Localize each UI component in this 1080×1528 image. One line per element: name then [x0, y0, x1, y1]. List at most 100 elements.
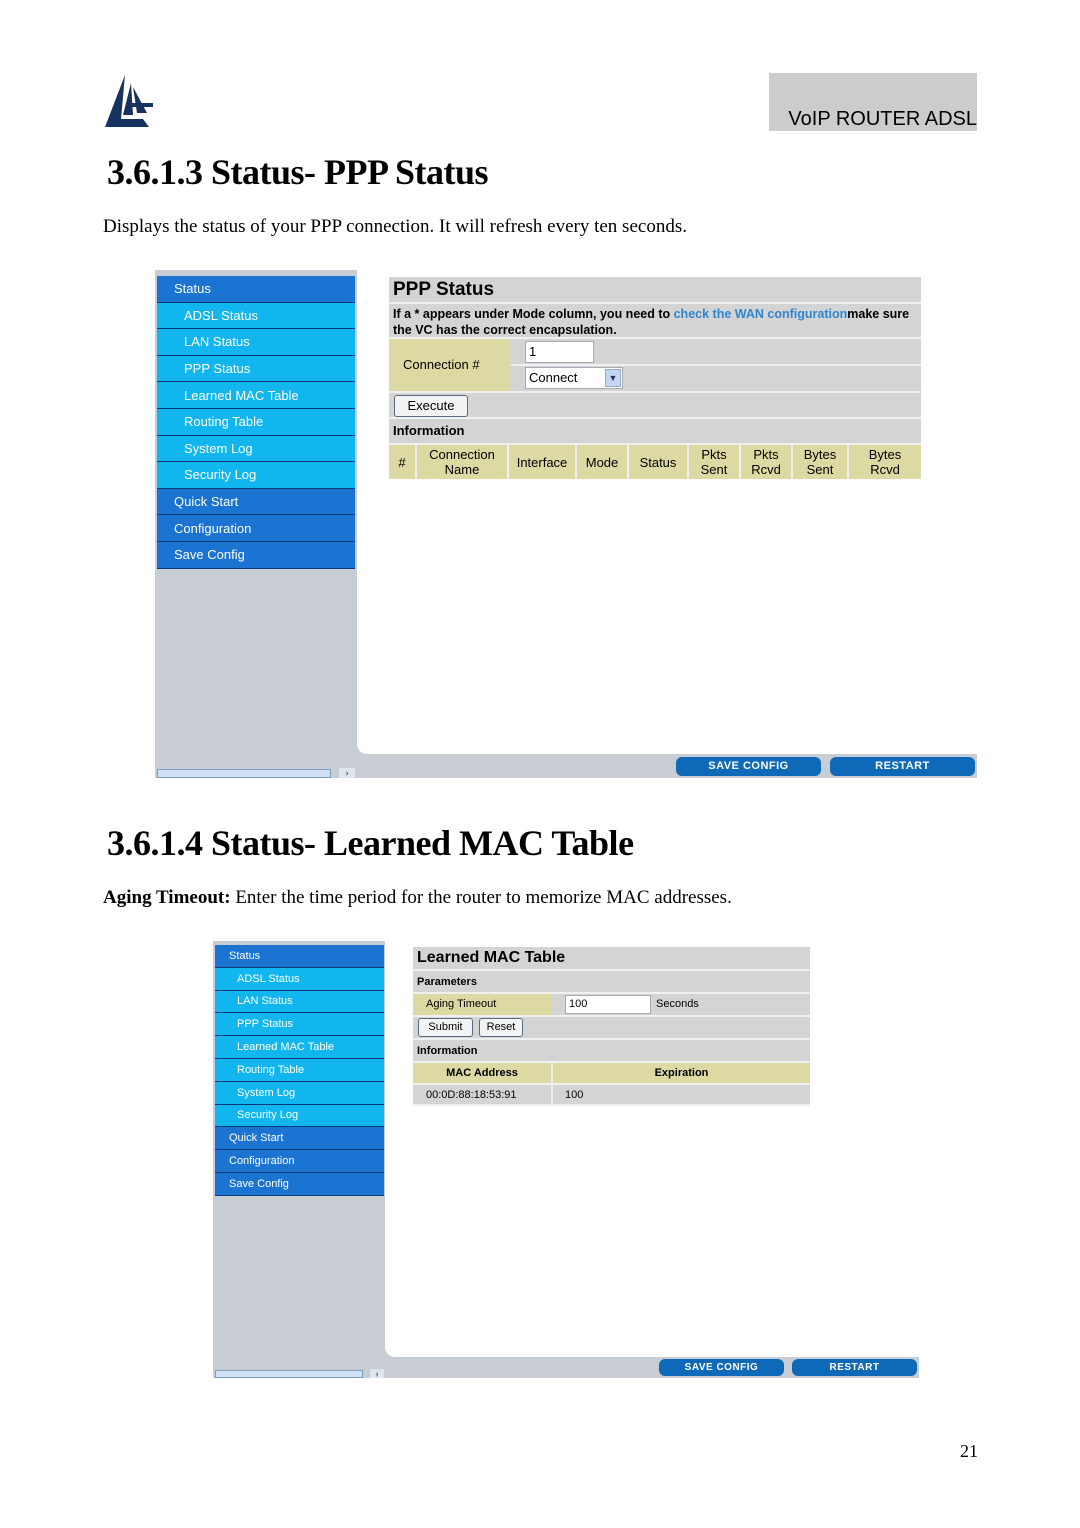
sidebar-nav: Status ADSL Status LAN Status PPP Status Lea… — [215, 945, 384, 1196]
section-title-ppp-status: 3.6.1.3 Status- PPP Status — [107, 152, 489, 192]
aging-timeout-row: Aging Timeout 100 Seconds — [413, 994, 810, 1017]
form-buttons-row: Submit Reset — [413, 1017, 810, 1040]
save-config-button[interactable]: SAVE CONFIG — [676, 757, 821, 776]
sidebar-item-lan-status[interactable]: LAN Status — [157, 329, 355, 356]
sidebar-item-label: Save Config — [174, 547, 245, 563]
column-header-number: # — [389, 445, 417, 479]
sidebar-item-label: Learned MAC Table — [184, 387, 299, 403]
section-description-ppp: Displays the status of your PPP connecti… — [103, 216, 687, 237]
sidebar-item-configuration[interactable]: Configuration — [157, 515, 355, 542]
sidebar-item-label: Security Log — [184, 467, 257, 483]
column-header-text: Mode — [585, 454, 619, 470]
aging-timeout-label: Aging Timeout — [413, 994, 551, 1015]
sidebar-item-save-config[interactable]: Save Config — [157, 541, 355, 569]
column-header-text: Bytes Sent — [803, 447, 837, 477]
select-value: Connect — [529, 370, 578, 385]
sidebar-item-label: System Log — [184, 440, 253, 456]
aging-timeout-term: Aging Timeout: — [103, 887, 231, 908]
scroll-right-arrow-icon[interactable]: › — [370, 1369, 384, 1378]
sidebar-item-label: Save Config — [229, 1177, 289, 1190]
scroll-right-arrow-icon[interactable]: › — [339, 768, 355, 778]
column-header-pkts-sent: Pkts Sent — [689, 445, 741, 479]
column-header-mac-address: MAC Address — [446, 1067, 518, 1079]
sidebar-item-status[interactable]: Status — [157, 276, 355, 303]
section-description-mac: Aging Timeout: Enter the time period for… — [103, 887, 732, 909]
sidebar-item-system-log[interactable]: System Log — [215, 1081, 384, 1105]
aging-timeout-description: Enter the time period for the router to … — [230, 887, 732, 908]
horizontal-scrollbar[interactable] — [157, 769, 331, 778]
sidebar-item-learned-mac-table[interactable]: Learned MAC Table — [157, 382, 355, 409]
sidebar-item-label: Configuration — [229, 1155, 295, 1168]
horizontal-scrollbar[interactable] — [215, 1370, 363, 1378]
reset-button[interactable]: Reset — [479, 1018, 523, 1037]
sidebar-item-system-log[interactable]: System Log — [157, 435, 355, 463]
column-header-bytes-rcvd: Bytes Rcvd — [849, 445, 921, 479]
column-header-status: Status — [629, 445, 689, 479]
column-header-text: Bytes Rcvd — [868, 447, 902, 477]
sidebar-item-adsl-status[interactable]: ADSL Status — [215, 967, 384, 991]
column-header-mode: Mode — [577, 445, 629, 479]
sidebar-item-label: PPP Status — [237, 1018, 294, 1031]
sidebar-item-label: ADSL Status — [237, 972, 300, 985]
expiration-cell: 100 — [565, 1089, 584, 1101]
connection-row: Connection # 1 Connect ▼ — [389, 339, 921, 391]
aging-timeout-input[interactable]: 100 — [565, 995, 651, 1014]
sidebar-item-save-config[interactable]: Save Config — [215, 1172, 384, 1196]
mac-table-header: MAC Address Expiration — [413, 1063, 810, 1085]
sidebar-item-routing-table[interactable]: Routing Table — [215, 1058, 384, 1082]
sidebar-item-label: Configuration — [174, 520, 252, 536]
sidebar-item-adsl-status[interactable]: ADSL Status — [157, 302, 355, 330]
sidebar-item-status[interactable]: Status — [215, 945, 384, 968]
column-header-text: Pkts Sent — [700, 447, 728, 477]
sidebar-item-ppp-status[interactable]: PPP Status — [157, 355, 355, 383]
restart-button[interactable]: RESTART — [830, 757, 975, 776]
column-header-expiration: Expiration — [654, 1067, 709, 1079]
column-header-text: # — [398, 454, 406, 470]
panel-title: PPP Status — [389, 277, 921, 304]
sidebar-item-ppp-status[interactable]: PPP Status — [215, 1013, 384, 1037]
connection-action-select[interactable]: Connect ▼ — [525, 367, 623, 389]
column-header-bytes-sent: Bytes Sent — [793, 445, 849, 479]
chevron-down-icon[interactable]: ▼ — [605, 369, 621, 387]
atlantis-logo-icon — [105, 75, 153, 127]
sidebar-item-configuration[interactable]: Configuration — [215, 1150, 384, 1173]
sidebar-item-label: LAN Status — [237, 995, 293, 1008]
column-header-text: Connection Name — [429, 447, 495, 477]
save-config-button[interactable]: SAVE CONFIG — [659, 1359, 784, 1376]
sidebar-item-label: Status — [174, 281, 211, 297]
sidebar-item-label: System Log — [237, 1086, 296, 1099]
column-header-text: Status — [639, 454, 677, 470]
sidebar-nav: Status ADSL Status LAN Status PPP Status Lea… — [157, 276, 355, 569]
sidebar-item-label: Routing Table — [184, 414, 264, 430]
restart-button[interactable]: RESTART — [792, 1359, 917, 1376]
column-header-interface: Interface — [509, 445, 577, 479]
information-label: Information — [413, 1040, 810, 1063]
panel-title: Learned MAC Table — [413, 947, 810, 971]
submit-button[interactable]: Submit — [418, 1018, 473, 1037]
column-header-pkts-rcvd: Pkts Rcvd — [741, 445, 793, 479]
check-wan-configuration-link[interactable]: check the WAN configuration — [674, 307, 848, 321]
sidebar-item-quick-start[interactable]: Quick Start — [215, 1127, 384, 1151]
ppp-status-panel: PPP Status If a * appears under Mode col… — [389, 277, 921, 479]
connection-number-input[interactable]: 1 — [525, 341, 594, 363]
mac-address-cell: 00:0D:88:18:53:91 — [426, 1089, 517, 1101]
learned-mac-screenshot: Status ADSL Status LAN Status PPP Status Lea… — [213, 941, 919, 1378]
ppp-note: If a * appears under Mode column, you ne… — [389, 304, 921, 339]
sidebar-item-label: LAN Status — [184, 334, 250, 350]
sidebar-item-label: Quick Start — [229, 1132, 284, 1145]
learned-mac-panel: Learned MAC Table Parameters Aging Timeo… — [413, 947, 810, 1106]
sidebar-item-security-log[interactable]: Security Log — [215, 1104, 384, 1128]
column-header-connection-name: Connection Name — [417, 445, 509, 479]
sidebar-item-security-log[interactable]: Security Log — [157, 462, 355, 489]
column-header-text: Pkts Rcvd — [751, 447, 781, 477]
ppp-status-screenshot: Status ADSL Status LAN Status PPP Status Lea… — [155, 270, 977, 778]
sidebar-item-routing-table[interactable]: Routing Table — [157, 408, 355, 436]
sidebar-item-quick-start[interactable]: Quick Start — [157, 488, 355, 516]
execute-button[interactable]: Execute — [394, 395, 468, 417]
sidebar-item-label: Routing Table — [237, 1063, 305, 1076]
note-text: If a * appears under Mode column, you ne… — [393, 307, 674, 321]
sidebar-item-lan-status[interactable]: LAN Status — [215, 990, 384, 1014]
parameters-label: Parameters — [413, 971, 810, 994]
sidebar-item-learned-mac-table[interactable]: Learned MAC Table — [215, 1036, 384, 1059]
information-label: Information — [389, 419, 921, 445]
